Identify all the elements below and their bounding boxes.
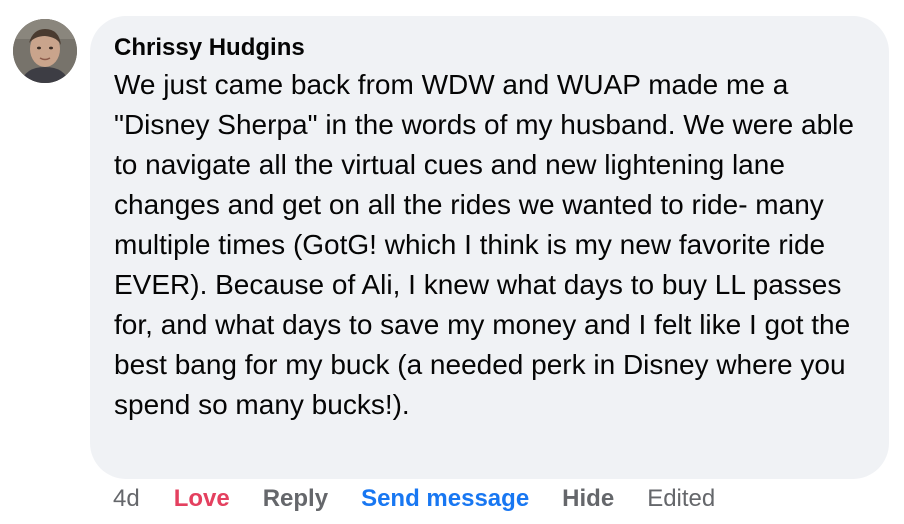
edited-label[interactable]: Edited [647, 484, 715, 514]
comment-author[interactable]: Chrissy Hudgins [114, 34, 865, 62]
comment-bubble: Chrissy Hudgins We just came back from W… [90, 16, 889, 479]
hide-button[interactable]: Hide [562, 484, 614, 514]
timestamp-link[interactable]: 4d [113, 484, 140, 514]
comment-actions: 4d Love Reply Send message Hide Edited [113, 484, 715, 514]
comment-text: We just came back from WDW and WUAP made… [114, 69, 854, 420]
profile-photo-icon [13, 19, 77, 83]
love-reaction-button[interactable]: Love [174, 484, 230, 514]
avatar[interactable] [13, 19, 77, 83]
send-message-button[interactable]: Send message [361, 484, 529, 514]
reply-button[interactable]: Reply [263, 484, 328, 514]
